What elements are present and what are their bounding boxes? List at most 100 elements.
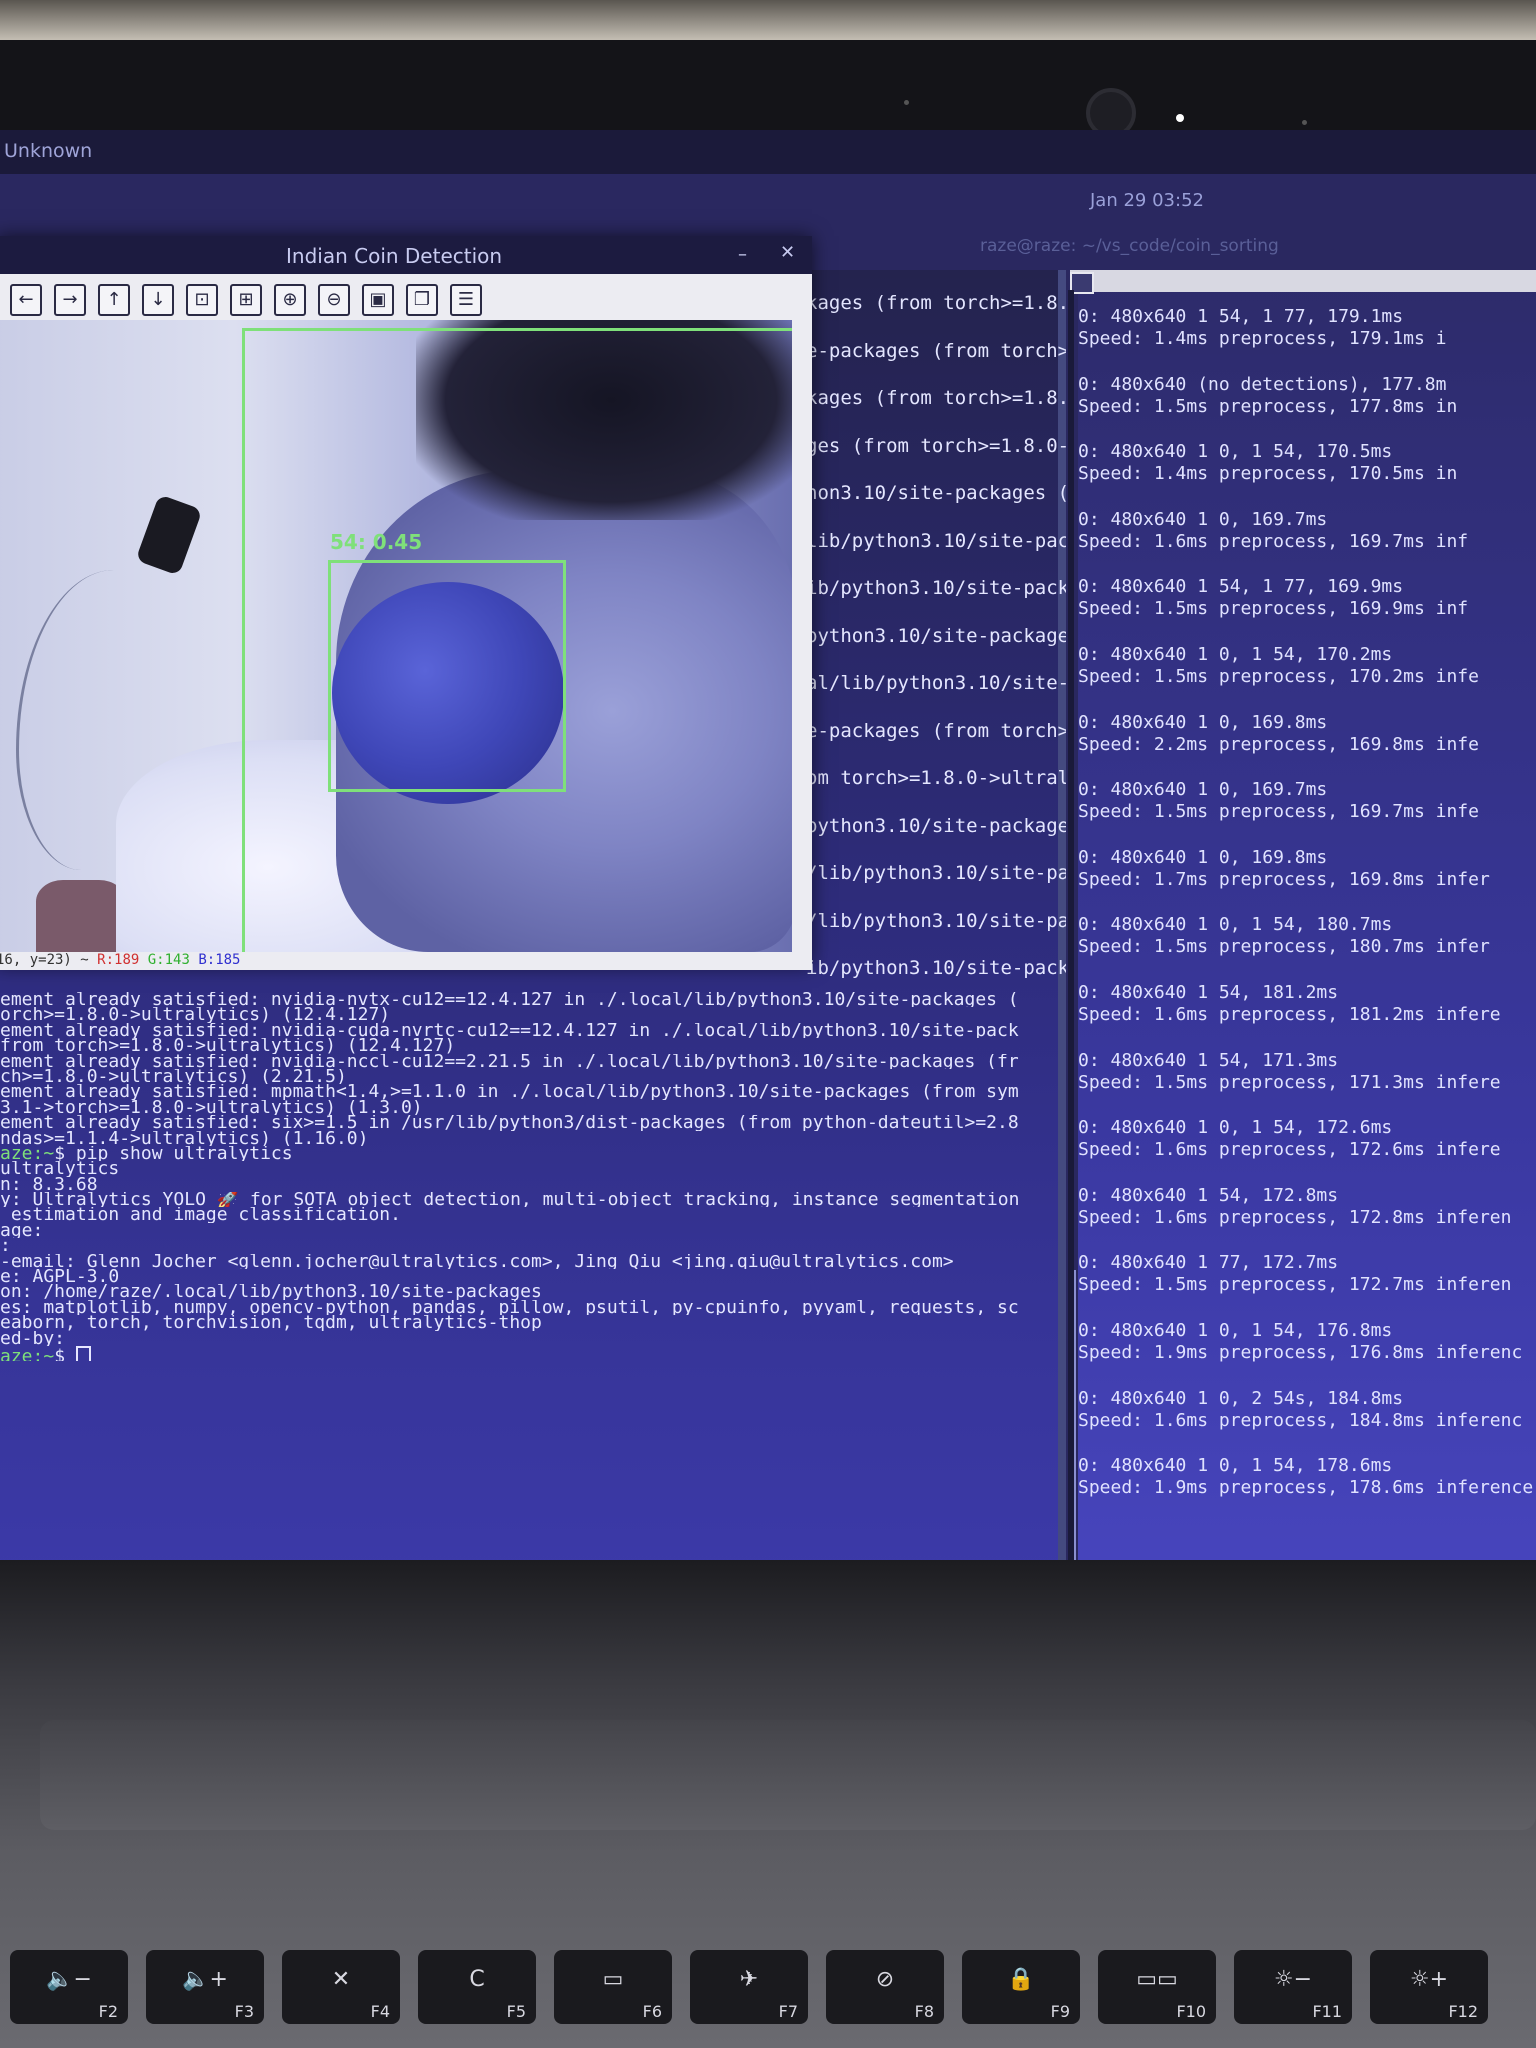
lock-key[interactable]: 🔒 F9 — [962, 1950, 1080, 2024]
key-glyph: 🔒 — [1007, 1967, 1035, 1992]
terminal-line: on: /home/raze/.local/lib/python3.10/sit… — [0, 1284, 542, 1300]
arrow-right-icon[interactable]: → — [54, 284, 86, 316]
minimize-button[interactable]: – — [738, 244, 747, 265]
detection-line: 0: 480x640 1 54, 1 77, 169.9ms — [1078, 576, 1404, 598]
properties-icon[interactable]: ☰ — [450, 284, 482, 316]
terminal-line: /lib/python3.10/site-pack — [806, 862, 1066, 884]
brightness-down-key[interactable]: ☼− F11 — [1234, 1950, 1352, 2024]
window-titlebar[interactable]: Indian Coin Detection – ✕ — [0, 236, 812, 274]
terminal-output: ement already satisfied: nvidia-nvtx-cu1… — [0, 992, 1062, 1362]
zoom-out-icon[interactable]: ⊖ — [318, 284, 350, 316]
refresh-key[interactable]: C F5 — [418, 1950, 536, 2024]
image-toolbar: ← → ↑ ↓ ⊡ ⊞ ⊕ ⊖ ▣ ❐ ☰ — [0, 274, 812, 320]
charger — [135, 494, 203, 576]
laptop-screen: Unknown Jan 29 03:52 raze@raze: ~/vs_cod… — [0, 130, 1536, 1560]
speed-line: Speed: 1.4ms preprocess, 170.5ms in — [1078, 463, 1458, 485]
key-fn-label: F2 — [98, 2002, 118, 2021]
zoom-in-icon[interactable]: ⊕ — [274, 284, 306, 316]
speed-line: Speed: 1.6ms preprocess, 172.6ms infere — [1078, 1139, 1501, 1161]
detection-line: 0: 480x640 1 54, 172.8ms — [1078, 1184, 1339, 1206]
key-fn-label: F6 — [642, 2002, 662, 2021]
speed-line: Speed: 1.9ms preprocess, 176.8ms inferen… — [1078, 1341, 1523, 1363]
key-glyph: ✕ — [331, 1967, 351, 1992]
close-button[interactable]: ✕ — [780, 242, 795, 263]
mic-mute-key[interactable]: ✕ F4 — [282, 1950, 400, 2024]
arrow-left-icon[interactable]: ← — [10, 284, 42, 316]
terminal-line: om torch>=1.8.0->ultralyt — [806, 767, 1066, 789]
key-glyph: ☼− — [1273, 1967, 1313, 1992]
terminal-cursor — [75, 1345, 91, 1362]
key-fn-label: F11 — [1312, 2002, 1342, 2021]
top-bar: Unknown — [0, 130, 1536, 174]
terminal-line: from torch>=1.8.0->ultralytics) (12.4.12… — [0, 1038, 456, 1054]
coin-detection-window[interactable]: Indian Coin Detection – ✕ ← → ↑ ↓ ⊡ ⊞ ⊕ ⊖ ▣ ❐ ☰ 54… — [0, 236, 812, 970]
inference-entry: 0: 480x640 1 0, 2 54s, 184.8ms Speed: 1.6… — [1078, 1388, 1536, 1456]
right-scrollbar[interactable] — [1068, 290, 1074, 1560]
terminal-line: e-packages (from torch>=1 — [806, 339, 1066, 362]
top-bar-app[interactable]: Unknown — [4, 140, 92, 162]
terminal-line: python3.10/site-packages — [806, 624, 1066, 647]
speed-line: Speed: 1.6ms preprocess, 184.8ms inferen… — [1078, 1409, 1523, 1431]
key-fn-label: F12 — [1448, 2002, 1478, 2021]
arrow-up-icon[interactable]: ↑ — [98, 284, 130, 316]
pixel-b: B:185 — [198, 952, 241, 968]
inference-entry: 0: 480x640 1 77, 172.7ms Speed: 1.5ms pre… — [1078, 1252, 1536, 1320]
inference-entry: 0: 480x640 1 0, 169.8ms Speed: 2.2ms prep… — [1078, 712, 1536, 780]
speed-line: Speed: 1.5ms preprocess, 180.7ms infer — [1078, 936, 1490, 958]
terminal-line: y: Ultralytics YOLO 🚀 for SOTA object de… — [0, 1192, 1020, 1208]
detection-line: 0: 480x640 1 54, 171.3ms — [1078, 1049, 1339, 1071]
speed-line: Speed: 1.5ms preprocess, 172.7ms inferen — [1078, 1274, 1512, 1296]
terminal-output-visible: kages (from torch>=1.8.0- e-packages (fro… — [806, 292, 1066, 1005]
zoom-rect-icon[interactable]: ⊞ — [230, 284, 262, 316]
arrow-down-icon[interactable]: ↓ — [142, 284, 174, 316]
terminal-line: kages (from torch>=1.8.0- — [806, 292, 1066, 314]
inference-entry: 0: 480x640 (no detections), 177.8m Speed:… — [1078, 374, 1536, 442]
speed-line: Speed: 1.9ms preprocess, 178.6ms inferen… — [1078, 1477, 1534, 1499]
detection-box-coin — [328, 560, 566, 792]
save-icon[interactable]: ▣ — [362, 284, 394, 316]
inference-log: 0: 480x640 1 54, 1 77, 179.1ms Speed: 1.4… — [1078, 306, 1536, 1523]
airplane-key[interactable]: ✈ F7 — [690, 1950, 808, 2024]
right-terminal-pane[interactable]: 0: 480x640 1 54, 1 77, 179.1ms Speed: 1.4… — [1068, 270, 1536, 1560]
window-title: Indian Coin Detection — [286, 244, 503, 268]
terminal-line: al/lib/python3.10/site-pa — [806, 672, 1066, 694]
key-glyph: 🔈− — [46, 1967, 92, 1992]
terminal-line: ultralytics — [0, 1161, 120, 1177]
camera-frame[interactable]: 54: 0.45 — [0, 320, 792, 952]
copy-icon[interactable]: ❐ — [406, 284, 438, 316]
detection-line: 0: 480x640 1 0, 1 54, 170.5ms — [1078, 441, 1393, 463]
speed-line: Speed: 1.4ms preprocess, 179.1ms i — [1078, 328, 1447, 349]
detection-line: 0: 480x640 1 0, 1 54, 178.6ms — [1078, 1455, 1393, 1477]
pixel-g: G:143 — [147, 952, 190, 968]
detection-line: 0: 480x640 (no detections), 177.8m — [1078, 373, 1447, 395]
key-glyph: 🔈+ — [182, 1967, 228, 1992]
pan-icon[interactable]: ⊡ — [186, 284, 218, 316]
terminal-line: ement already satisfied: nvidia-nccl-cu1… — [0, 1053, 1019, 1069]
project-key[interactable]: ▭▭ F10 — [1098, 1950, 1216, 2024]
volume-down-key[interactable]: 🔈− F2 — [10, 1950, 128, 2024]
terminal-line: estimation and image classification. — [0, 1207, 401, 1223]
speed-line: Speed: 1.5ms preprocess, 177.8ms in — [1078, 395, 1458, 417]
volume-up-key[interactable]: 🔈+ F3 — [146, 1950, 264, 2024]
camera-key[interactable]: ⊘ F8 — [826, 1950, 944, 2024]
detection-line: 0: 480x640 1 54, 181.2ms — [1078, 981, 1339, 1003]
background-object — [36, 880, 126, 952]
speed-line: Speed: 1.6ms preprocess, 172.8ms inferen — [1078, 1206, 1512, 1228]
terminal-title: raze@raze: ~/vs_code/coin_sorting — [980, 236, 1279, 256]
terminal-line: ges (from torch>=1.8.0->u — [806, 434, 1066, 457]
terminal-line: eaborn, torch, torchvision, tqdm, ultral… — [0, 1315, 542, 1331]
inference-entry: 0: 480x640 1 0, 1 54, 176.8ms Speed: 1.9m… — [1078, 1320, 1536, 1388]
inference-entry: 0: 480x640 1 54, 171.3ms Speed: 1.5ms pre… — [1078, 1050, 1536, 1118]
detection-line: 0: 480x640 1 0, 1 54, 180.7ms — [1078, 914, 1393, 936]
inference-entry: 0: 480x640 1 0, 1 54, 178.6ms Speed: 1.9m… — [1078, 1455, 1536, 1523]
terminal-tab-bar[interactable] — [1070, 270, 1536, 294]
speed-line: Speed: 1.5ms preprocess, 170.2ms infe — [1078, 665, 1479, 687]
detection-line: 0: 480x640 1 0, 169.7ms — [1078, 508, 1328, 530]
inference-entry: 0: 480x640 1 0, 169.8ms Speed: 1.7ms prep… — [1078, 847, 1536, 915]
terminal-line: ement already satisfied: nvidia-cuda-nvr… — [0, 1022, 1019, 1039]
terminal-line: 3.1->torch>=1.8.0->ultralytics) (1.3.0) — [0, 1099, 423, 1116]
display-key[interactable]: ▭ F6 — [554, 1950, 672, 2024]
terminal-line: age: — [0, 1222, 44, 1239]
brightness-up-key[interactable]: ☼+ F12 — [1370, 1950, 1488, 2024]
clock[interactable]: Jan 29 03:52 — [1090, 190, 1204, 211]
